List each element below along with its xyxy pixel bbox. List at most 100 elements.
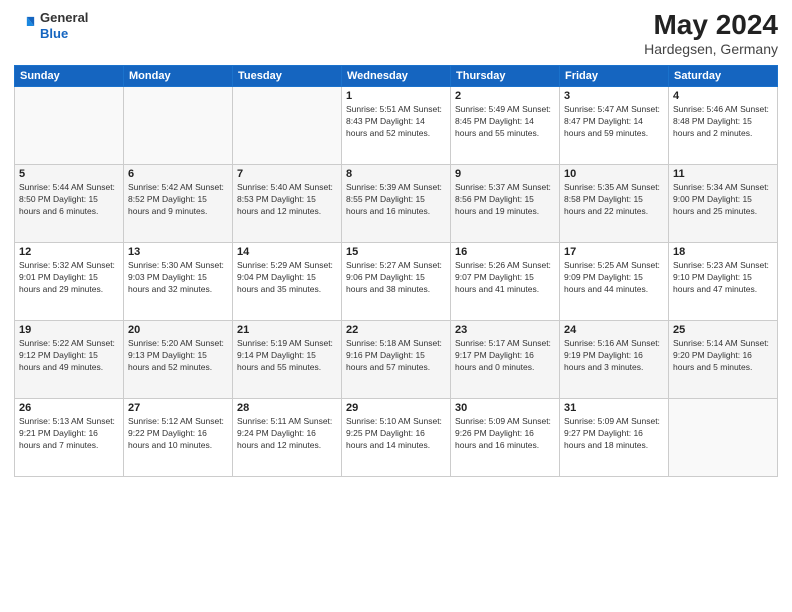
day-number: 20 [128, 324, 228, 336]
calendar-cell: 8 Sunrise: 5:39 AM Sunset: 8:55 PM Daylig… [342, 164, 451, 242]
day-number: 30 [455, 402, 555, 414]
day-number: 15 [346, 246, 446, 258]
calendar-cell [669, 398, 778, 476]
day-number: 2 [455, 90, 555, 102]
day-number: 24 [564, 324, 664, 336]
calendar-cell: 21Sunrise: 5:19 AM Sunset: 9:14 PM Dayli… [233, 320, 342, 398]
calendar-cell: 22Sunrise: 5:18 AM Sunset: 9:16 PM Dayli… [342, 320, 451, 398]
day-info: Sunrise: 5:29 AM Sunset: 9:04 PM Dayligh… [237, 260, 337, 296]
calendar-cell: 6 Sunrise: 5:42 AM Sunset: 8:52 PM Daylig… [124, 164, 233, 242]
day-info: Sunrise: 5:25 AM Sunset: 9:09 PM Dayligh… [564, 260, 664, 296]
day-number: 19 [19, 324, 119, 336]
day-info: Sunrise: 5:14 AM Sunset: 9:20 PM Dayligh… [673, 338, 773, 374]
calendar-cell: 20 Sunrise: 5:20 AM Sunset: 9:13 PM Dayli… [124, 320, 233, 398]
calendar-cell: 30Sunrise: 5:09 AM Sunset: 9:26 PM Dayli… [451, 398, 560, 476]
day-number: 5 [19, 168, 119, 180]
day-info: Sunrise: 5:40 AM Sunset: 8:53 PM Dayligh… [237, 182, 337, 218]
calendar-table: SundayMondayTuesdayWednesdayThursdayFrid… [14, 65, 778, 477]
calendar-cell: 19 Sunrise: 5:22 AM Sunset: 9:12 PM Dayli… [15, 320, 124, 398]
day-info: Sunrise: 5:37 AM Sunset: 8:56 PM Dayligh… [455, 182, 555, 218]
day-info: Sunrise: 5:26 AM Sunset: 9:07 PM Dayligh… [455, 260, 555, 296]
day-number: 11 [673, 168, 773, 180]
calendar-cell: 18Sunrise: 5:23 AM Sunset: 9:10 PM Dayli… [669, 242, 778, 320]
day-header-monday: Monday [124, 65, 233, 86]
calendar-cell: 5 Sunrise: 5:44 AM Sunset: 8:50 PM Daylig… [15, 164, 124, 242]
day-info: Sunrise: 5:12 AM Sunset: 9:22 PM Dayligh… [128, 416, 228, 452]
calendar-cell: 24 Sunrise: 5:16 AM Sunset: 9:19 PM Dayli… [560, 320, 669, 398]
calendar-cell: 13 Sunrise: 5:30 AM Sunset: 9:03 PM Dayli… [124, 242, 233, 320]
day-info: Sunrise: 5:17 AM Sunset: 9:17 PM Dayligh… [455, 338, 555, 374]
day-number: 26 [19, 402, 119, 414]
day-number: 14 [237, 246, 337, 258]
day-header-tuesday: Tuesday [233, 65, 342, 86]
calendar-cell: 12 Sunrise: 5:32 AM Sunset: 9:01 PM Dayli… [15, 242, 124, 320]
day-info: Sunrise: 5:32 AM Sunset: 9:01 PM Dayligh… [19, 260, 119, 296]
calendar-week-5: 26Sunrise: 5:13 AM Sunset: 9:21 PM Dayli… [15, 398, 778, 476]
day-info: Sunrise: 5:44 AM Sunset: 8:50 PM Dayligh… [19, 182, 119, 218]
day-info: Sunrise: 5:22 AM Sunset: 9:12 PM Dayligh… [19, 338, 119, 374]
logo-general: General [40, 10, 88, 26]
calendar-cell: 31Sunrise: 5:09 AM Sunset: 9:27 PM Dayli… [560, 398, 669, 476]
calendar-cell [124, 86, 233, 164]
day-info: Sunrise: 5:30 AM Sunset: 9:03 PM Dayligh… [128, 260, 228, 296]
day-number: 31 [564, 402, 664, 414]
day-number: 10 [564, 168, 664, 180]
day-info: Sunrise: 5:18 AM Sunset: 9:16 PM Dayligh… [346, 338, 446, 374]
calendar-week-1: 1Sunrise: 5:51 AM Sunset: 8:43 PM Daylig… [15, 86, 778, 164]
day-info: Sunrise: 5:34 AM Sunset: 9:00 PM Dayligh… [673, 182, 773, 218]
calendar-cell: 2Sunrise: 5:49 AM Sunset: 8:45 PM Daylig… [451, 86, 560, 164]
day-number: 8 [346, 168, 446, 180]
day-number: 12 [19, 246, 119, 258]
title-block: May 2024 Hardegsen, Germany [644, 10, 778, 57]
day-info: Sunrise: 5:42 AM Sunset: 8:52 PM Dayligh… [128, 182, 228, 218]
calendar-header-row: SundayMondayTuesdayWednesdayThursdayFrid… [15, 65, 778, 86]
day-header-thursday: Thursday [451, 65, 560, 86]
day-header-wednesday: Wednesday [342, 65, 451, 86]
day-number: 9 [455, 168, 555, 180]
day-header-friday: Friday [560, 65, 669, 86]
calendar-cell: 26Sunrise: 5:13 AM Sunset: 9:21 PM Dayli… [15, 398, 124, 476]
day-header-sunday: Sunday [15, 65, 124, 86]
day-info: Sunrise: 5:16 AM Sunset: 9:19 PM Dayligh… [564, 338, 664, 374]
day-info: Sunrise: 5:35 AM Sunset: 8:58 PM Dayligh… [564, 182, 664, 218]
calendar-cell: 28Sunrise: 5:11 AM Sunset: 9:24 PM Dayli… [233, 398, 342, 476]
month-title: May 2024 [644, 10, 778, 41]
day-number: 25 [673, 324, 773, 336]
day-info: Sunrise: 5:27 AM Sunset: 9:06 PM Dayligh… [346, 260, 446, 296]
day-number: 27 [128, 402, 228, 414]
calendar-cell: 17 Sunrise: 5:25 AM Sunset: 9:09 PM Dayli… [560, 242, 669, 320]
day-number: 6 [128, 168, 228, 180]
day-number: 16 [455, 246, 555, 258]
day-number: 7 [237, 168, 337, 180]
calendar-cell [15, 86, 124, 164]
day-number: 23 [455, 324, 555, 336]
day-number: 28 [237, 402, 337, 414]
calendar-week-3: 12 Sunrise: 5:32 AM Sunset: 9:01 PM Dayli… [15, 242, 778, 320]
calendar-cell: 27 Sunrise: 5:12 AM Sunset: 9:22 PM Dayli… [124, 398, 233, 476]
calendar-cell [233, 86, 342, 164]
calendar-cell: 10 Sunrise: 5:35 AM Sunset: 8:58 PM Dayli… [560, 164, 669, 242]
header: General Blue May 2024 Hardegsen, Germany [14, 10, 778, 57]
day-info: Sunrise: 5:20 AM Sunset: 9:13 PM Dayligh… [128, 338, 228, 374]
calendar-cell: 3Sunrise: 5:47 AM Sunset: 8:47 PM Daylig… [560, 86, 669, 164]
day-number: 4 [673, 90, 773, 102]
day-number: 29 [346, 402, 446, 414]
calendar-cell: 9 Sunrise: 5:37 AM Sunset: 8:56 PM Daylig… [451, 164, 560, 242]
calendar-cell: 7 Sunrise: 5:40 AM Sunset: 8:53 PM Daylig… [233, 164, 342, 242]
calendar-cell: 15 Sunrise: 5:27 AM Sunset: 9:06 PM Dayli… [342, 242, 451, 320]
calendar-cell: 29Sunrise: 5:10 AM Sunset: 9:25 PM Dayli… [342, 398, 451, 476]
day-info: Sunrise: 5:47 AM Sunset: 8:47 PM Dayligh… [564, 104, 664, 140]
day-number: 13 [128, 246, 228, 258]
calendar-cell: 11 Sunrise: 5:34 AM Sunset: 9:00 PM Dayli… [669, 164, 778, 242]
calendar-week-4: 19 Sunrise: 5:22 AM Sunset: 9:12 PM Dayli… [15, 320, 778, 398]
calendar-cell: 14 Sunrise: 5:29 AM Sunset: 9:04 PM Dayli… [233, 242, 342, 320]
day-number: 18 [673, 246, 773, 258]
day-number: 17 [564, 246, 664, 258]
day-info: Sunrise: 5:51 AM Sunset: 8:43 PM Dayligh… [346, 104, 446, 140]
logo: General Blue [14, 10, 88, 41]
logo-blue: Blue [40, 26, 88, 42]
day-info: Sunrise: 5:39 AM Sunset: 8:55 PM Dayligh… [346, 182, 446, 218]
calendar-week-2: 5 Sunrise: 5:44 AM Sunset: 8:50 PM Daylig… [15, 164, 778, 242]
calendar-cell: 23 Sunrise: 5:17 AM Sunset: 9:17 PM Dayli… [451, 320, 560, 398]
day-number: 21 [237, 324, 337, 336]
